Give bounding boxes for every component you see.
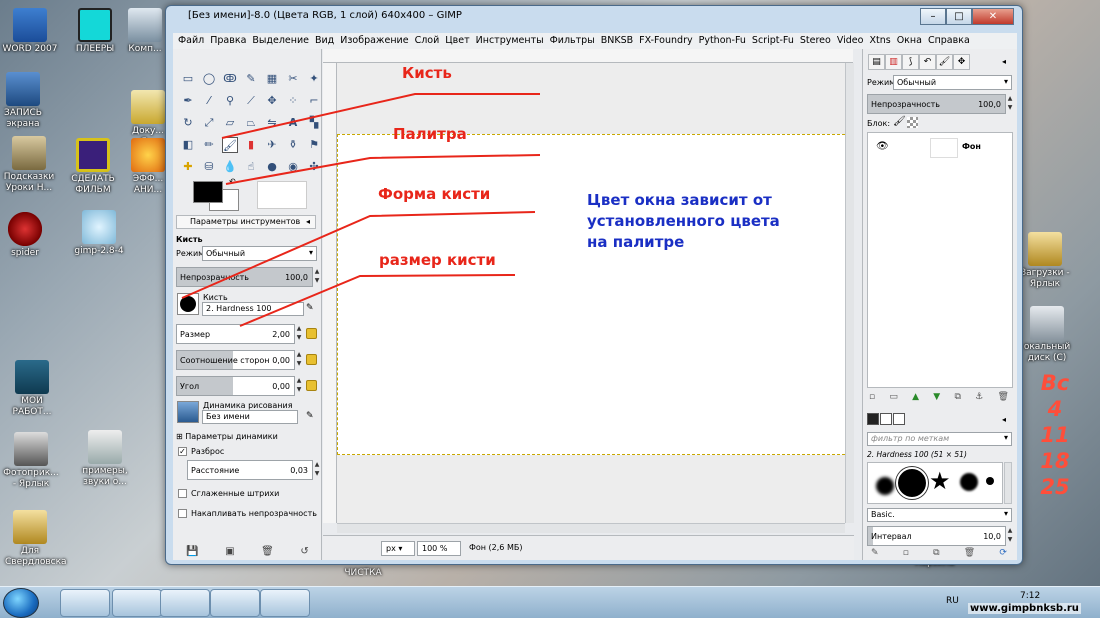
brush-pointer-line: [221, 93, 540, 139]
taskbar-skype-icon[interactable]: [60, 589, 110, 617]
annotation-lines: [181, 93, 541, 327]
taskbar-media-icon[interactable]: [112, 589, 162, 617]
annotation-brush-shape: Форма кисти: [378, 185, 491, 203]
language-indicator[interactable]: RU: [946, 596, 959, 606]
palette-pointer-line: [225, 154, 541, 185]
taskbar: RU 7:12 www.gimpbnksb.ru: [0, 586, 1100, 618]
taskbar-gimp-icon[interactable]: [260, 589, 310, 617]
watermark: www.gimpbnksb.ru: [968, 603, 1081, 614]
start-button[interactable]: [3, 588, 39, 618]
taskbar-explorer-icon[interactable]: [160, 589, 210, 617]
clock[interactable]: 7:12: [1020, 591, 1040, 601]
annotation-palette: Палитра: [393, 125, 467, 143]
annotation-note: Цвет окна зависит от установленного цвет…: [587, 191, 780, 251]
taskbar-opera-icon[interactable]: [210, 589, 260, 617]
size-pointer-line: [239, 274, 516, 327]
annotation-brush: Кисть: [402, 64, 452, 82]
annotation-brush-size: размер кисти: [379, 251, 496, 269]
